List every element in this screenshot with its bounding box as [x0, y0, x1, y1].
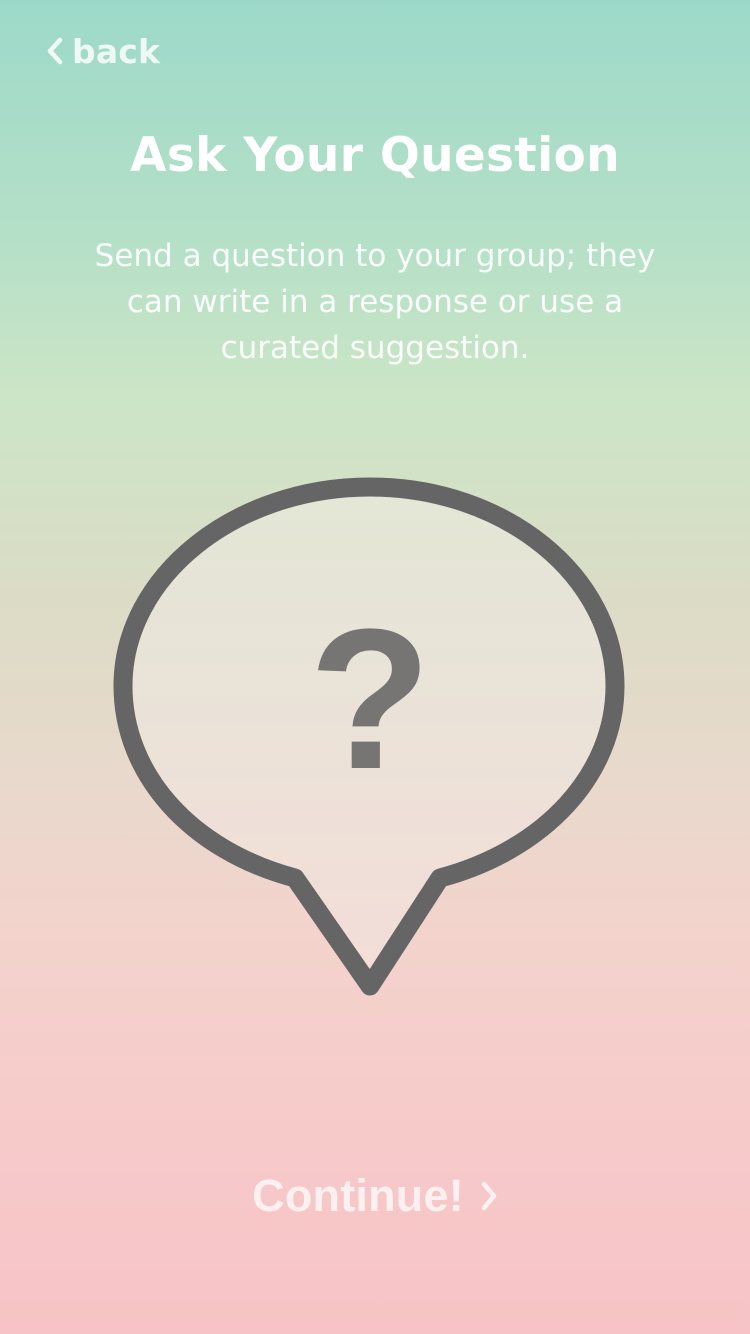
continue-label: Continue!	[252, 1170, 464, 1221]
question-speech-bubble-icon: ?	[110, 474, 630, 1004]
chevron-right-icon	[480, 1180, 498, 1212]
question-mark-glyph: ?	[309, 588, 431, 811]
page-description: Send a question to your group; they can …	[94, 238, 656, 366]
back-label: back	[72, 31, 161, 71]
back-button[interactable]: back	[46, 28, 160, 74]
chevron-left-icon	[46, 36, 64, 66]
continue-button[interactable]: Continue!	[0, 1162, 750, 1230]
page-title: Ask Your Question	[130, 128, 620, 183]
